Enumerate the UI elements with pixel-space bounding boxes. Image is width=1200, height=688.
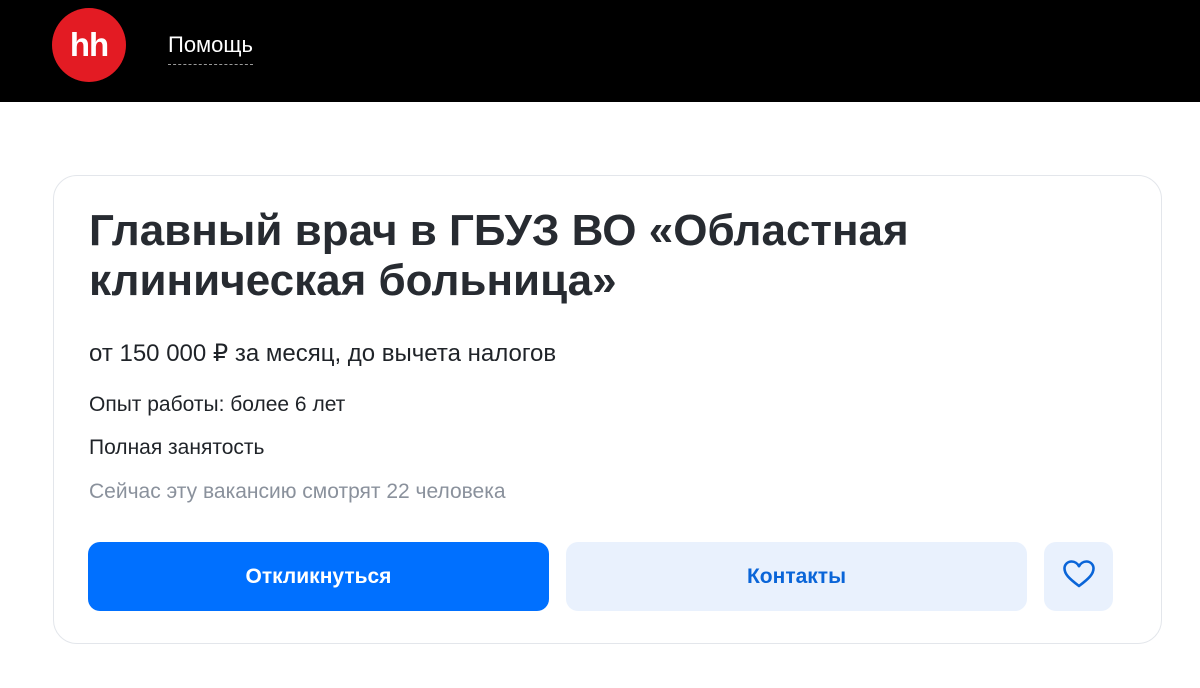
top-navigation-bar: hh Помощь [0,0,1200,102]
viewers-count-text: Сейчас эту вакансию смотрят 22 человека [89,480,506,503]
contacts-button-label: Контакты [746,564,847,588]
respond-button-label: Откликнуться [245,564,392,588]
help-link[interactable]: Помощь [168,30,253,65]
respond-button[interactable]: Откликнуться [88,542,549,611]
vacancy-card: Главный врач в ГБУЗ ВО «Областная клинич… [53,175,1162,644]
vacancy-title: Главный врач в ГБУЗ ВО «Областная клинич… [89,206,909,305]
hh-logo[interactable]: hh [52,8,126,82]
favorite-button[interactable] [1044,542,1113,611]
employment-type-text: Полная занятость [89,436,265,459]
salary-text: от 150 000 ₽ за месяц, до вычета налогов [89,340,557,367]
contacts-button[interactable]: Контакты [566,542,1027,611]
experience-text: Опыт работы: более 6 лет [89,393,346,416]
heart-icon [1062,559,1096,595]
